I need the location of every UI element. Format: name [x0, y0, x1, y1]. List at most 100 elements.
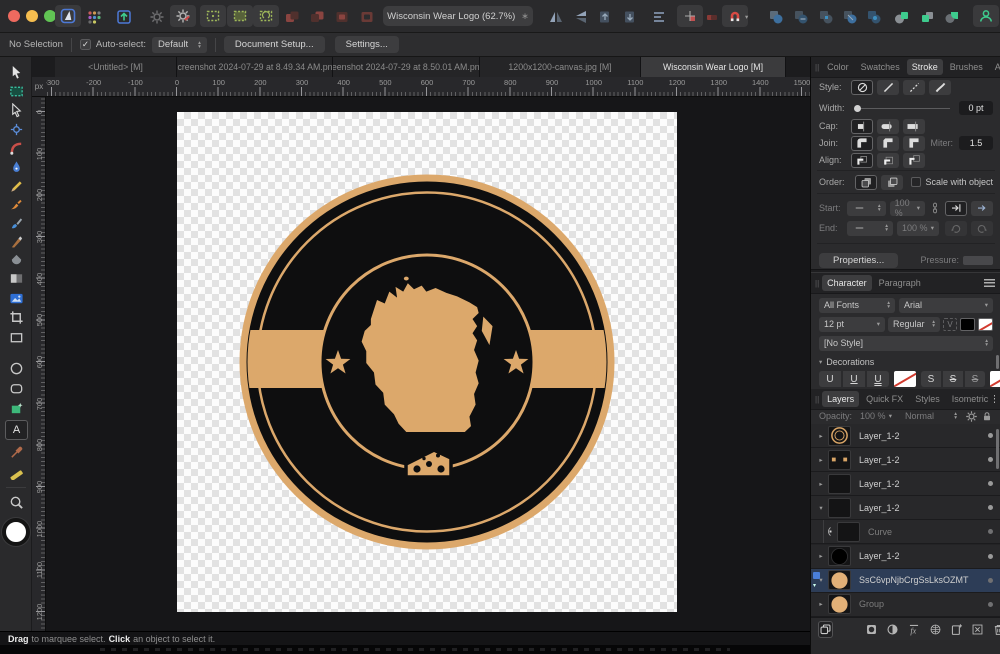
align-inside-button[interactable] — [877, 152, 899, 168]
preferences-gear-icon[interactable] — [148, 8, 165, 25]
insert-top-icon[interactable] — [308, 8, 325, 25]
font-weight-dropdown[interactable]: Regular ▴ ▾ — [888, 316, 940, 332]
layer-expand-chevron-icon[interactable]: ▸ — [816, 552, 826, 560]
layer-name[interactable]: SsC6vpNjbCrgSsLksOZMT — [859, 575, 969, 585]
document-tab-2[interactable]: Screenshot 2024-07-29 at 8.49.34 AM.png — [177, 57, 333, 77]
stroke-width-value[interactable]: 0 pt — [959, 101, 993, 115]
studio-tab-assets[interactable]: Assets — [990, 59, 1000, 75]
geometry-intersect-icon[interactable] — [943, 8, 960, 25]
document-tab-5[interactable]: Wisconsin Wear Logo [M] — [641, 57, 786, 77]
layer-name[interactable]: Group — [859, 599, 884, 609]
stroke-style-none-button[interactable] — [851, 79, 873, 95]
join-miter-button[interactable] — [903, 135, 925, 151]
color-selector[interactable] — [2, 518, 30, 546]
boolean-divide-icon[interactable] — [841, 8, 858, 25]
layer-thumbnail-black-circle[interactable] — [828, 546, 851, 567]
miter-value[interactable]: 1.5 — [959, 136, 993, 150]
document-tab-3[interactable]: Screenshot 2024-07-29 at 8.50.01 AM.png… — [333, 57, 480, 77]
stroke-style-dash-button[interactable] — [903, 79, 925, 95]
corner-tool[interactable] — [8, 140, 25, 157]
stroke-width-slider-knob[interactable] — [854, 104, 861, 112]
panel-scrollbar[interactable] — [996, 355, 999, 369]
layers-scrollbar[interactable] — [996, 429, 999, 469]
geometry-add-icon[interactable] — [893, 8, 910, 25]
layer-thumbnail-empty[interactable] — [828, 497, 851, 518]
layer-expand-chevron-icon[interactable]: ▸ — [816, 480, 826, 488]
rasterize-icon[interactable] — [971, 623, 984, 636]
ellipse-tool[interactable] — [8, 360, 25, 377]
text-tool[interactable]: A — [5, 420, 28, 440]
layer-thumbnail-dots[interactable] — [828, 449, 851, 470]
order-front-button[interactable] — [881, 174, 903, 190]
layers-tab-isometric[interactable]: Isometric — [947, 391, 994, 407]
insert-behind-icon[interactable] — [283, 8, 300, 25]
panel-drag-handle[interactable]: || — [815, 279, 819, 288]
ruler-unit[interactable]: px — [32, 77, 46, 97]
layers-tab-styles[interactable]: Styles — [910, 391, 945, 407]
layer-name[interactable]: Layer_1-2 — [859, 551, 900, 561]
arrow-align-inside-button[interactable] — [945, 200, 967, 216]
link-icon[interactable] — [929, 201, 941, 215]
alignment-icon[interactable] — [650, 8, 667, 25]
text-stroke-swatch[interactable] — [978, 317, 993, 331]
adjustment-layer-icon[interactable] — [886, 623, 899, 636]
stroke-style-brush-button[interactable] — [929, 79, 951, 95]
color-picker-tool[interactable] — [8, 444, 25, 461]
blend-mode-dropdown[interactable]: Normal ▴ ▾ — [900, 409, 962, 424]
pen-tool[interactable] — [8, 159, 25, 176]
underline-style-button-2[interactable]: U — [867, 371, 889, 387]
layer-name[interactable]: Layer_1-2 — [859, 431, 900, 441]
panel-drag-handle[interactable]: || — [815, 63, 819, 72]
geometry-subtract-icon[interactable] — [918, 8, 935, 25]
start-style-dropdown[interactable]: ▴ ▾ — [847, 200, 886, 216]
document-setup-button[interactable]: Document Setup... — [223, 36, 325, 53]
snapping-options-chevron-icon[interactable]: ▾ — [745, 13, 748, 21]
underline-color-none-swatch[interactable] — [894, 371, 916, 387]
delete-layer-trash-icon[interactable] — [992, 623, 1000, 636]
flip-vertical-icon[interactable] — [572, 8, 589, 25]
underline-style-button-1[interactable]: U — [843, 371, 865, 387]
layer-thumbnail-tan-circle[interactable] — [828, 594, 851, 615]
pencil-tool[interactable] — [8, 178, 25, 195]
layer-name[interactable]: Curve — [868, 527, 892, 537]
boolean-combine-icon[interactable] — [865, 8, 882, 25]
layer-expand-chevron-icon[interactable]: ▾ — [816, 504, 826, 512]
strikethrough-style-button-2[interactable]: S — [965, 371, 985, 387]
layer-visibility-dot[interactable] — [988, 601, 993, 607]
layer-row-6[interactable]: ▸ Layer_1-2 — [811, 544, 1000, 569]
pixel-persona-icon[interactable] — [85, 8, 102, 25]
move-tool[interactable] — [8, 64, 25, 81]
text-tab-character[interactable]: Character — [822, 275, 872, 291]
layer-row-5[interactable]: Curve — [811, 520, 1000, 545]
layer-visibility-dot[interactable] — [988, 505, 993, 511]
layer-visibility-dot[interactable] — [988, 481, 993, 487]
move-by-whole-pixels-icon[interactable] — [677, 5, 703, 27]
studio-tab-color[interactable]: Color — [822, 59, 854, 75]
layer-expand-chevron-icon[interactable]: ▸ — [816, 600, 826, 608]
insert-inside-icon[interactable] — [333, 8, 350, 25]
mask-layer-icon[interactable] — [865, 623, 878, 636]
blend-options-gear-icon[interactable] — [965, 410, 978, 423]
layers-tab-layers[interactable]: Layers — [822, 391, 860, 407]
marquee-transform-icon[interactable] — [253, 5, 279, 27]
marquee-dashed-icon[interactable] — [200, 5, 226, 27]
rounded-rectangle-tool[interactable] — [8, 380, 25, 397]
zoom-tool[interactable] — [8, 494, 25, 511]
autoselect-dropdown[interactable]: Default ▴ ▾ — [152, 36, 207, 53]
crop-tool[interactable] — [8, 309, 25, 326]
boolean-add-icon[interactable] — [767, 8, 784, 25]
document-canvas[interactable] — [177, 112, 677, 612]
studio-tab-brushes[interactable]: Brushes — [945, 59, 988, 75]
layer-row-4[interactable]: ▾ Layer_1-2 — [811, 496, 1000, 521]
opacity-dropdown[interactable]: 100 % ▾ — [855, 409, 897, 424]
measure-tool[interactable] — [8, 464, 25, 481]
layer-row-8[interactable]: ▸ Group — [811, 592, 1000, 617]
layer-name[interactable]: Layer_1-2 — [859, 455, 900, 465]
stroke-width-slider[interactable] — [854, 104, 950, 112]
kerning-button[interactable]: V — [943, 317, 957, 331]
text-tab-paragraph[interactable]: Paragraph — [874, 275, 926, 291]
layer-row-selected[interactable]: ▾ ▾ SsC6vpNjbCrgSsLksOZMT — [811, 568, 1000, 593]
layer-visibility-dot[interactable] — [988, 553, 993, 559]
place-image-tool[interactable] — [8, 290, 25, 307]
studio-tab-swatches[interactable]: Swatches — [856, 59, 905, 75]
